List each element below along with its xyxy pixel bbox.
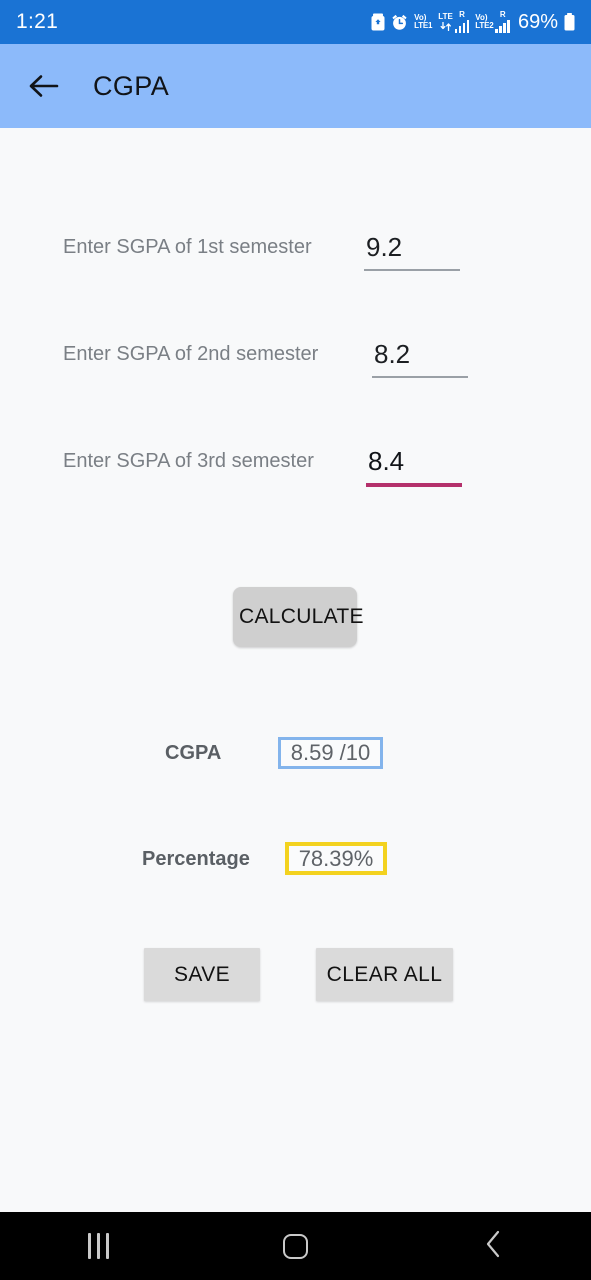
percentage-label: Percentage [142,848,250,870]
status-bar: 1:21 Vo) LTE1 LTE R Vo) LTE2 R 69% [0,0,591,44]
signal-sim1-icon [454,19,470,33]
volte-sim2-icon: Vo) LTE2 [475,14,493,30]
cgpa-label: CGPA [165,742,222,764]
sgpa-field-row-3: Enter SGPA of 3rd semester [0,446,591,492]
cgpa-value-box: 8.59 /10 [278,737,383,769]
sgpa-field-row-1: Enter SGPA of 1st semester [0,232,591,278]
recents-button[interactable] [0,1212,197,1280]
recents-icon [88,1233,109,1259]
sgpa-label-2: Enter SGPA of 2nd semester [63,343,319,365]
save-button[interactable]: SAVE [144,948,260,1001]
roaming-sim1-icon: R [454,10,470,33]
page-title: CGPA [93,70,170,101]
sgpa-input-3[interactable] [366,446,462,487]
home-button[interactable] [197,1212,394,1280]
main-content: Enter SGPA of 1st semester Enter SGPA of… [0,128,591,1212]
lte-label: LTE [438,12,453,22]
status-clock: 1:21 [16,10,59,33]
sgpa-field-row-2: Enter SGPA of 2nd semester [0,339,591,385]
status-icon-tray: Vo) LTE1 LTE R Vo) LTE2 R 69% [371,10,575,34]
roaming-label-2: R [499,10,506,20]
signal-sim2-icon [495,19,510,33]
system-nav-bar [0,1212,591,1280]
back-chevron-icon [483,1229,503,1264]
percentage-value-box: 78.39% [285,842,387,875]
calculate-button[interactable]: CALCULATE [233,587,364,647]
volte-sim2-bottom: LTE2 [475,21,494,30]
volte-sim1-icon: Vo) LTE1 [414,14,432,30]
roaming-label-1: R [459,10,465,20]
sgpa-input-2[interactable] [372,339,468,378]
battery-icon [564,13,575,31]
home-icon [283,1233,308,1259]
back-button[interactable] [394,1212,591,1280]
sgpa-input-1[interactable] [364,232,460,271]
roaming-sim2-icon: R [495,10,510,33]
lte-data-icon: LTE [438,12,453,31]
battery-percent-label: 69% [517,10,558,33]
sgpa-label-1: Enter SGPA of 1st semester [63,236,312,258]
app-bar: CGPA [0,44,591,128]
phone-screen: 1:21 Vo) LTE1 LTE R Vo) LTE2 R 69% CGPA … [0,0,591,1280]
volte-sim1-bottom: LTE1 [414,21,433,30]
clear-all-button[interactable]: CLEAR ALL [316,948,453,1001]
data-arrows-icon [440,21,452,31]
sgpa-label-3: Enter SGPA of 3rd semester [63,450,314,472]
battery-saver-icon [371,13,385,31]
arrow-left-icon[interactable] [26,69,60,103]
alarm-icon [391,14,408,31]
